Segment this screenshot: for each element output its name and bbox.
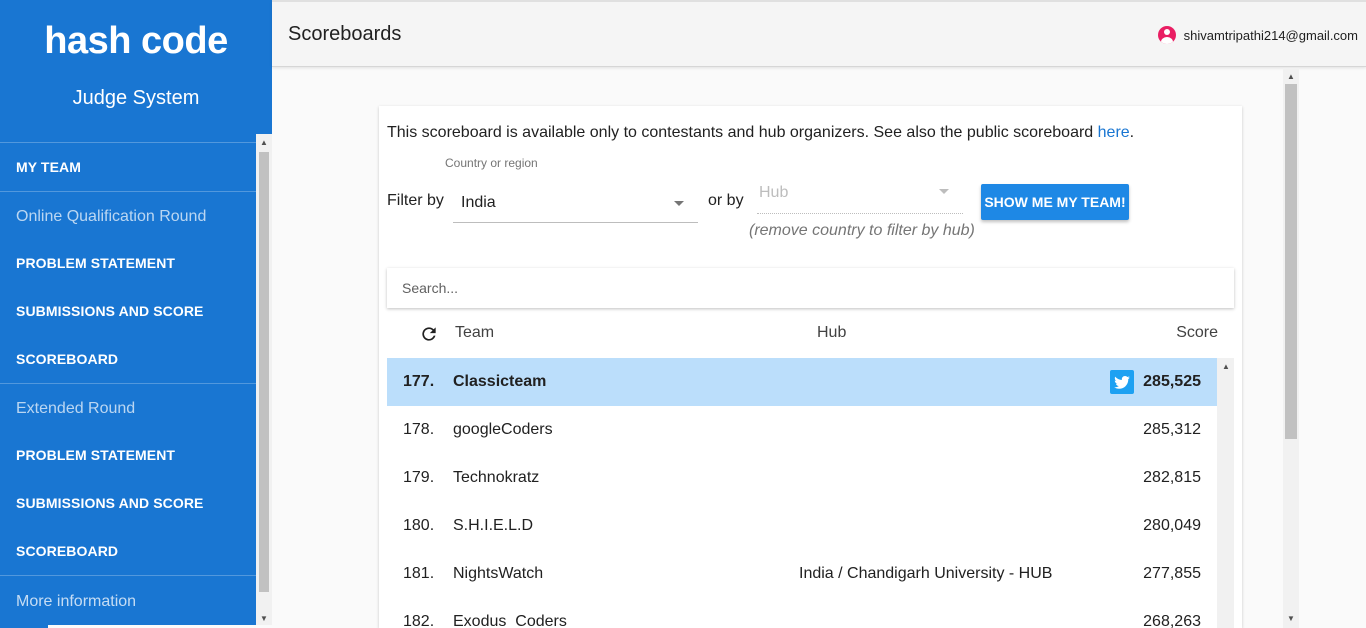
sidebar-nav: MY TEAM Online Qualification Round PROBL… [0, 143, 256, 627]
search-input[interactable] [387, 268, 1234, 308]
team-name: googleCoders [453, 421, 553, 438]
sidebar-item-more-info[interactable]: More information [0, 575, 256, 627]
scroll-down-arrow-icon[interactable]: ▼ [1283, 612, 1299, 626]
public-scoreboard-link[interactable]: here [1098, 124, 1130, 141]
scoreboard-list: 177. Classicteam 285,525 178. googleCode… [387, 358, 1217, 628]
score: 282,815 [1143, 469, 1201, 486]
show-my-team-button[interactable]: SHOW ME MY TEAM! [981, 184, 1129, 220]
team-name: Technokratz [453, 469, 540, 486]
table-header: Team Hub Score [387, 314, 1234, 358]
logo-area: hash code Judge System [0, 0, 272, 143]
refresh-icon[interactable] [419, 324, 439, 344]
table-row[interactable]: 179. Technokratz 282,815 [387, 454, 1217, 502]
notice-body: This scoreboard is available only to con… [387, 124, 1098, 141]
score: 285,312 [1143, 421, 1201, 438]
rank: 179. [403, 469, 435, 486]
hub-placeholder: Hub [759, 184, 789, 201]
main-scroll-thumb[interactable] [1285, 84, 1297, 439]
column-header-hub[interactable]: Hub [817, 324, 846, 342]
score: 268,263 [1143, 613, 1201, 628]
sidebar-item-ext-scoreboard[interactable]: SCOREBOARD [0, 527, 256, 575]
main-scrollbar[interactable]: ▲ ▼ [1283, 68, 1299, 628]
chevron-down-icon [939, 189, 949, 194]
scroll-down-arrow-icon[interactable]: ▼ [256, 612, 272, 626]
country-select[interactable]: India [453, 189, 698, 223]
top-bar: Scoreboards shivamtripathi214@gmail.com [272, 0, 1366, 67]
hub-select[interactable]: Hub [757, 180, 963, 214]
table-row[interactable]: 181. NightsWatch India / Chandigarh Univ… [387, 550, 1217, 598]
team-name: Classicteam [453, 373, 547, 390]
hub-hint: (remove country to filter by hub) [749, 222, 975, 239]
score: 285,525 [1143, 373, 1201, 390]
team-name: S.H.I.E.L.D [453, 517, 534, 534]
rank: 181. [403, 565, 435, 582]
chevron-down-icon [674, 201, 684, 206]
logo-subtitle: Judge System [72, 87, 200, 109]
table-row[interactable]: 177. Classicteam 285,525 [387, 358, 1217, 406]
notice-end: . [1129, 124, 1135, 141]
sidebar-item-qual-scoreboard[interactable]: SCOREBOARD [0, 335, 256, 383]
sidebar-item-ext-submissions[interactable]: SUBMISSIONS AND SCORE [0, 479, 256, 527]
user-account[interactable]: shivamtripathi214@gmail.com [1157, 26, 1358, 44]
scoreboard-card: This scoreboard is available only to con… [379, 106, 1242, 628]
scroll-up-arrow-icon[interactable]: ▲ [256, 136, 272, 150]
rank: 177. [403, 373, 435, 390]
team-name: NightsWatch [453, 565, 544, 582]
page-title: Scoreboards [288, 23, 402, 45]
sidebar: hash code Judge System MY TEAM Online Qu… [0, 0, 272, 628]
sidebar-item-ext-problem-statement[interactable]: PROBLEM STATEMENT [0, 431, 256, 479]
twitter-share-icon[interactable] [1110, 370, 1134, 394]
team-name: Exodus_Coders [453, 613, 567, 628]
rank: 180. [403, 517, 435, 534]
hub-name: India / Chandigarh University - HUB [799, 565, 1053, 582]
filter-label: Filter by [387, 192, 444, 209]
sidebar-scrollbar[interactable]: ▲ ▼ [256, 134, 272, 628]
column-header-score[interactable]: Score [1176, 324, 1218, 342]
table-row[interactable]: 178. googleCoders 285,312 [387, 406, 1217, 454]
table-row[interactable]: 180. S.H.I.E.L.D 280,049 [387, 502, 1217, 550]
sidebar-item-my-team[interactable]: MY TEAM [0, 143, 256, 191]
or-by-label: or by [708, 192, 744, 209]
rank: 182. [403, 613, 435, 628]
sidebar-scroll-thumb[interactable] [259, 152, 269, 592]
rank: 178. [403, 421, 435, 438]
account-icon [1157, 26, 1176, 44]
score: 277,855 [1143, 565, 1201, 582]
list-scrollbar[interactable]: ▲ [1217, 358, 1234, 628]
notice-text: This scoreboard is available only to con… [387, 124, 1134, 142]
scroll-up-arrow-icon[interactable]: ▲ [1283, 70, 1299, 84]
column-header-team[interactable]: Team [455, 324, 494, 342]
sidebar-item-qual-submissions[interactable]: SUBMISSIONS AND SCORE [0, 287, 256, 335]
user-email: shivamtripathi214@gmail.com [1183, 27, 1358, 43]
sidebar-item-qual-problem-statement[interactable]: PROBLEM STATEMENT [0, 239, 256, 287]
sidebar-section-qualification: Online Qualification Round [0, 191, 256, 239]
table-row[interactable]: 182. Exodus_Coders 268,263 [387, 598, 1217, 628]
logo[interactable]: hash code [0, 0, 272, 60]
scroll-up-arrow-icon[interactable]: ▲ [1218, 360, 1234, 374]
sidebar-section-extended: Extended Round [0, 383, 256, 431]
country-field-label: Country or region [445, 156, 538, 170]
score: 280,049 [1143, 517, 1201, 534]
country-value: India [461, 194, 496, 211]
